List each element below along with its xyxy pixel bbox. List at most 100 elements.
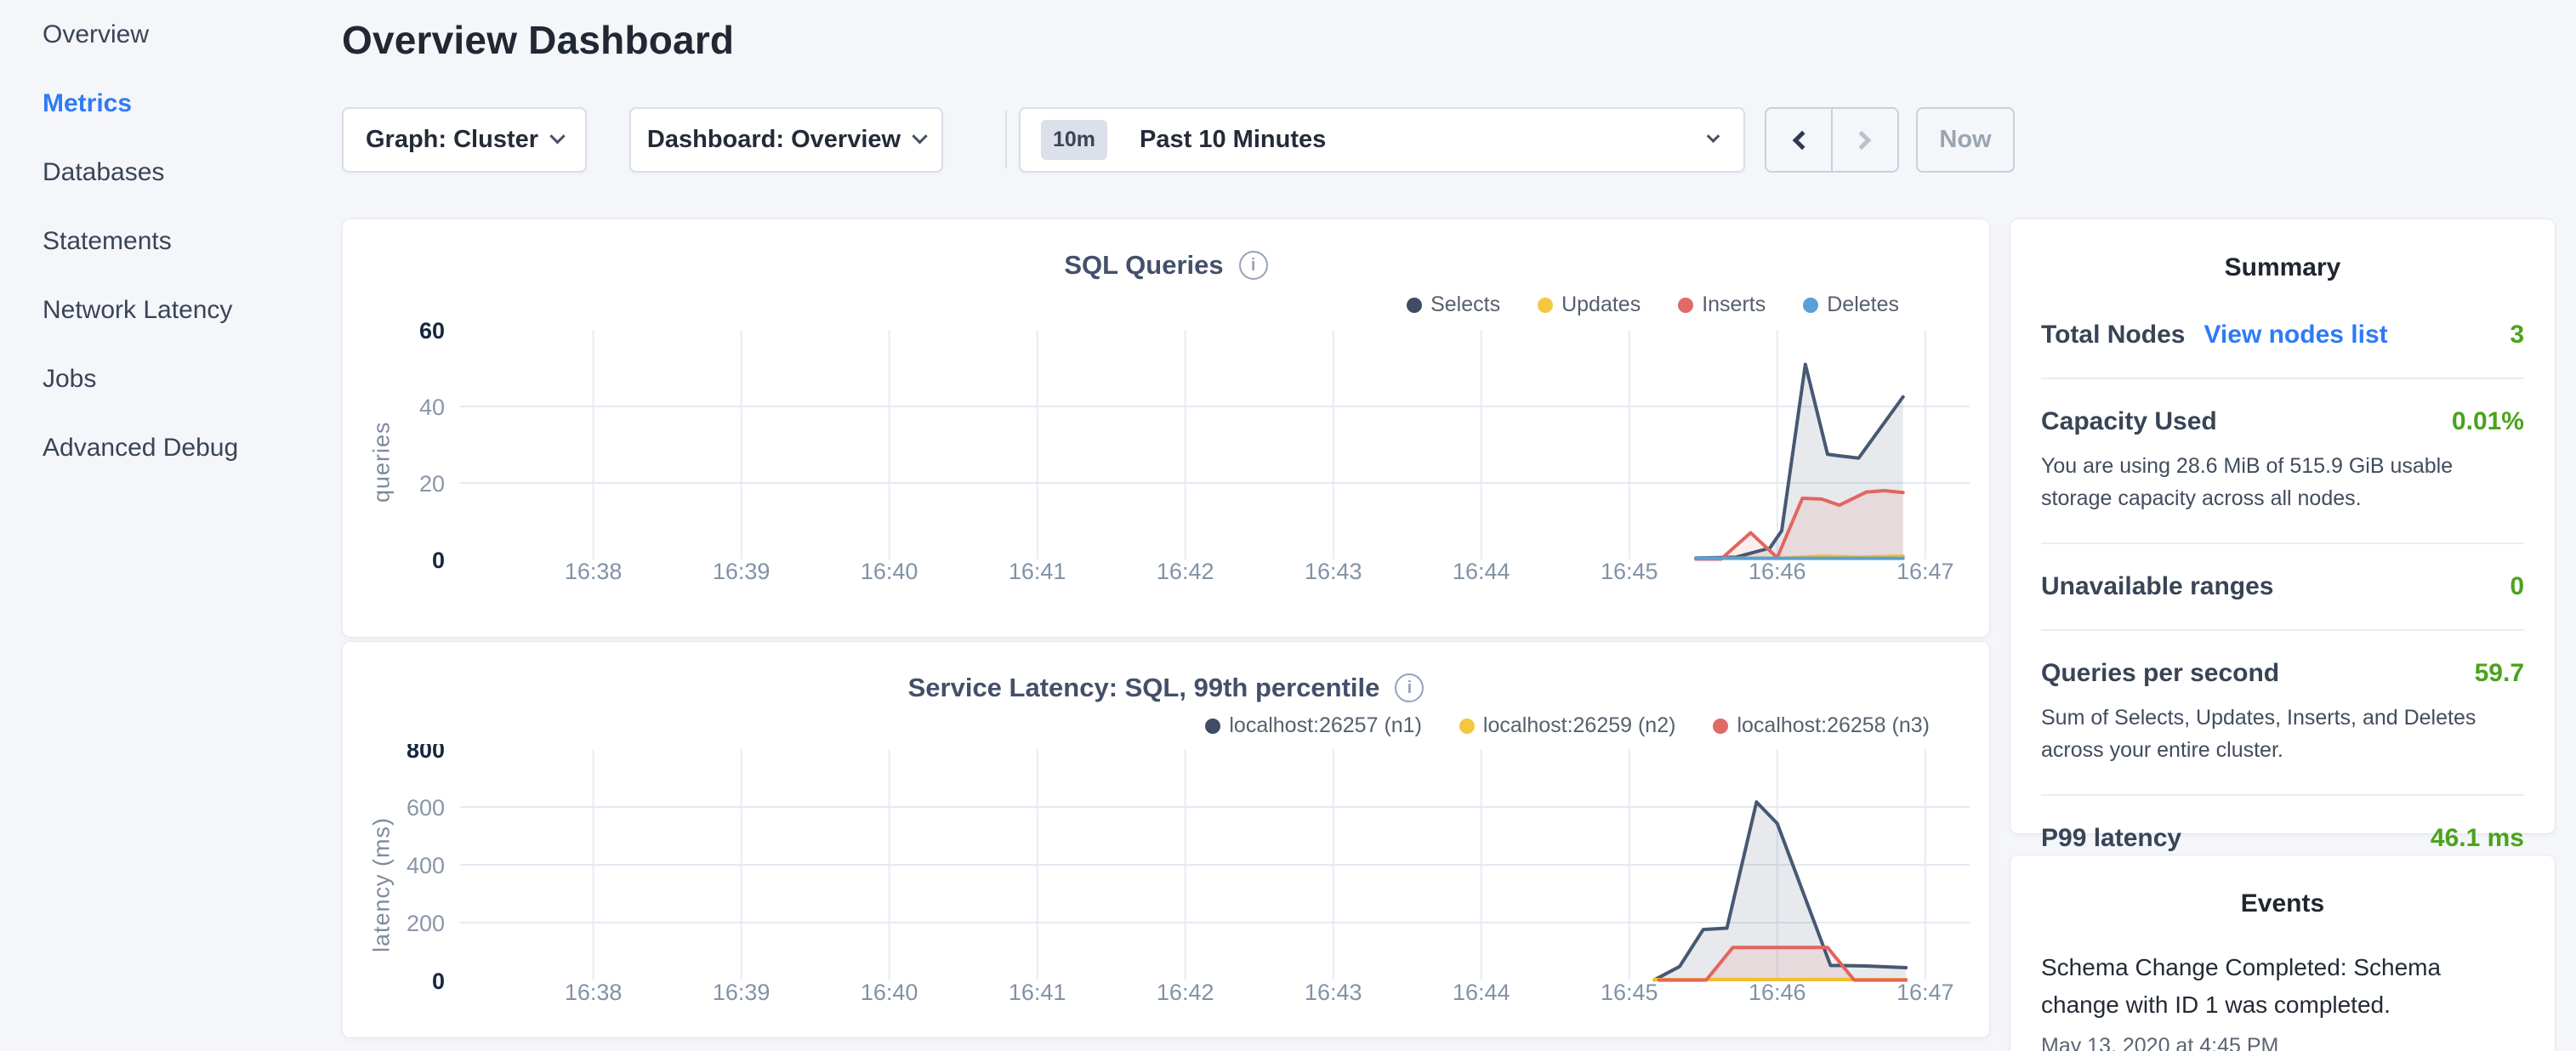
svg-text:16:41: 16:41: [1009, 559, 1066, 584]
sidebar-item-statements[interactable]: Statements: [43, 207, 332, 276]
legend-label: Deletes: [1827, 293, 1899, 317]
now-button[interactable]: Now: [1916, 107, 2015, 173]
sidebar-item-jobs[interactable]: Jobs: [43, 344, 332, 413]
toolbar: Graph: Cluster Dashboard: Overview 10m P…: [342, 107, 2043, 173]
svg-text:16:47: 16:47: [1896, 980, 1954, 1005]
chevron-down-icon: [1707, 129, 1720, 143]
svg-text:16:40: 16:40: [861, 980, 918, 1005]
legend-label: Updates: [1561, 293, 1641, 317]
svg-text:16:39: 16:39: [713, 980, 771, 1005]
event-timestamp: May 13, 2020 at 4:45 PM: [2041, 1034, 2524, 1051]
legend-item-updates[interactable]: Updates: [1538, 293, 1641, 317]
svg-text:16:38: 16:38: [565, 559, 623, 584]
svg-text:16:44: 16:44: [1453, 559, 1510, 584]
sidebar-item-overview[interactable]: Overview: [43, 0, 332, 69]
p99-latency-label: P99 latency: [2041, 824, 2181, 853]
summary-row-qps: Queries per second 59.7 Sum of Selects, …: [2041, 631, 2524, 796]
dashboard-dropdown[interactable]: Dashboard: Overview: [629, 107, 943, 173]
total-nodes-value: 3: [2510, 321, 2524, 349]
n2-dot-icon: [1459, 719, 1475, 734]
legend-item-n1[interactable]: localhost:26257 (n1): [1205, 713, 1422, 738]
event-text: Schema Change Completed: Schema change w…: [2041, 949, 2449, 1024]
toolbar-divider: [1005, 111, 1007, 168]
legend-item-selects[interactable]: Selects: [1407, 293, 1500, 317]
chevron-down-icon: [549, 128, 565, 144]
unavailable-ranges-value: 0: [2510, 572, 2524, 601]
legend-item-inserts[interactable]: Inserts: [1678, 293, 1766, 317]
svg-text:16:45: 16:45: [1601, 980, 1658, 1005]
legend-item-n3[interactable]: localhost:26258 (n3): [1713, 713, 1930, 738]
view-nodes-list-link[interactable]: View nodes list: [2204, 321, 2387, 349]
svg-text:60: 60: [419, 321, 445, 344]
deletes-dot-icon: [1803, 298, 1818, 313]
total-nodes-label: Total Nodes: [2041, 321, 2185, 349]
info-icon[interactable]: i: [1395, 673, 1424, 702]
svg-text:400: 400: [407, 853, 445, 878]
sidebar-item-advanced-debug[interactable]: Advanced Debug: [43, 413, 332, 482]
legend-label: localhost:26258 (n3): [1737, 713, 1930, 738]
svg-text:800: 800: [407, 744, 445, 763]
svg-text:16:40: 16:40: [861, 559, 918, 584]
time-range-label: Past 10 Minutes: [1140, 126, 1326, 154]
chart-header: SQL Queries i: [343, 219, 1989, 281]
legend-label: Inserts: [1702, 293, 1766, 317]
step-forward-button[interactable]: [1831, 109, 1897, 171]
svg-text:0: 0: [432, 969, 445, 994]
step-back-button[interactable]: [1766, 109, 1831, 171]
sql-queries-plot[interactable]: 16:38 16:39 16:40 16:41 16:42 16:43 16:44 16:45…: [343, 321, 1991, 602]
chart-title: SQL Queries: [1064, 250, 1223, 281]
unavailable-ranges-label: Unavailable ranges: [2041, 572, 2273, 601]
n3-dot-icon: [1713, 719, 1728, 734]
legend-label: localhost:26259 (n2): [1483, 713, 1676, 738]
svg-text:16:38: 16:38: [565, 980, 623, 1005]
svg-text:16:44: 16:44: [1453, 980, 1510, 1005]
legend-item-n2[interactable]: localhost:26259 (n2): [1459, 713, 1676, 738]
summary-row-capacity-used: Capacity Used 0.01% You are using 28.6 M…: [2041, 379, 2524, 544]
chevron-down-icon: [912, 128, 927, 144]
svg-text:20: 20: [419, 471, 445, 497]
n1-dot-icon: [1205, 719, 1220, 734]
events-title: Events: [2010, 855, 2555, 918]
graph-scope-dropdown[interactable]: Graph: Cluster: [342, 107, 587, 173]
time-step-buttons: [1765, 107, 1899, 173]
dashboard-label: Dashboard: Overview: [647, 126, 901, 154]
summary-panel: Summary Total Nodes View nodes list 3 Ca…: [2010, 219, 2556, 834]
legend-label: Selects: [1430, 293, 1500, 317]
svg-text:16:46: 16:46: [1749, 980, 1806, 1005]
svg-text:0: 0: [432, 548, 445, 573]
chevron-right-icon: [1852, 130, 1872, 150]
events-panel: Events Schema Change Completed: Schema c…: [2010, 855, 2556, 1051]
legend-item-deletes[interactable]: Deletes: [1803, 293, 1899, 317]
sidebar: Overview Metrics Databases Statements Ne…: [43, 0, 332, 482]
chart-title: Service Latency: SQL, 99th percentile: [908, 673, 1380, 703]
svg-text:16:47: 16:47: [1896, 559, 1954, 584]
time-range-dropdown[interactable]: 10m Past 10 Minutes: [1019, 107, 1745, 173]
svg-text:16:41: 16:41: [1009, 980, 1066, 1005]
svg-text:16:39: 16:39: [713, 559, 771, 584]
summary-row-total-nodes: Total Nodes View nodes list 3: [2041, 293, 2524, 379]
info-icon[interactable]: i: [1239, 251, 1268, 280]
qps-label: Queries per second: [2041, 659, 2279, 688]
legend-label: localhost:26257 (n1): [1229, 713, 1422, 738]
svg-text:600: 600: [407, 795, 445, 821]
selects-dot-icon: [1407, 298, 1422, 313]
svg-text:16:43: 16:43: [1305, 559, 1362, 584]
capacity-used-label: Capacity Used: [2041, 407, 2217, 436]
svg-text:16:45: 16:45: [1601, 559, 1658, 584]
svg-text:16:42: 16:42: [1157, 559, 1214, 584]
sidebar-item-network-latency[interactable]: Network Latency: [43, 276, 332, 344]
summary-row-unavailable-ranges: Unavailable ranges 0: [2041, 544, 2524, 631]
qps-value: 59.7: [2475, 659, 2524, 688]
event-list-item[interactable]: Schema Change Completed: Schema change w…: [2010, 918, 2555, 1051]
time-range-badge: 10m: [1041, 120, 1107, 160]
capacity-used-description: You are using 28.6 MiB of 515.9 GiB usab…: [2041, 450, 2524, 514]
sidebar-item-databases[interactable]: Databases: [43, 138, 332, 207]
sql-queries-chart-card: SQL Queries i Selects Updates Inserts De…: [342, 219, 1990, 638]
service-latency-plot[interactable]: 16:3816:3916:4016:4116:4216:4316:4416:45…: [343, 744, 1991, 1025]
chevron-left-icon: [1793, 130, 1812, 150]
summary-title: Summary: [2010, 219, 2555, 282]
sidebar-item-metrics[interactable]: Metrics: [43, 69, 332, 138]
page-title: Overview Dashboard: [342, 17, 734, 63]
qps-description: Sum of Selects, Updates, Inserts, and De…: [2041, 702, 2524, 766]
svg-text:200: 200: [407, 911, 445, 936]
